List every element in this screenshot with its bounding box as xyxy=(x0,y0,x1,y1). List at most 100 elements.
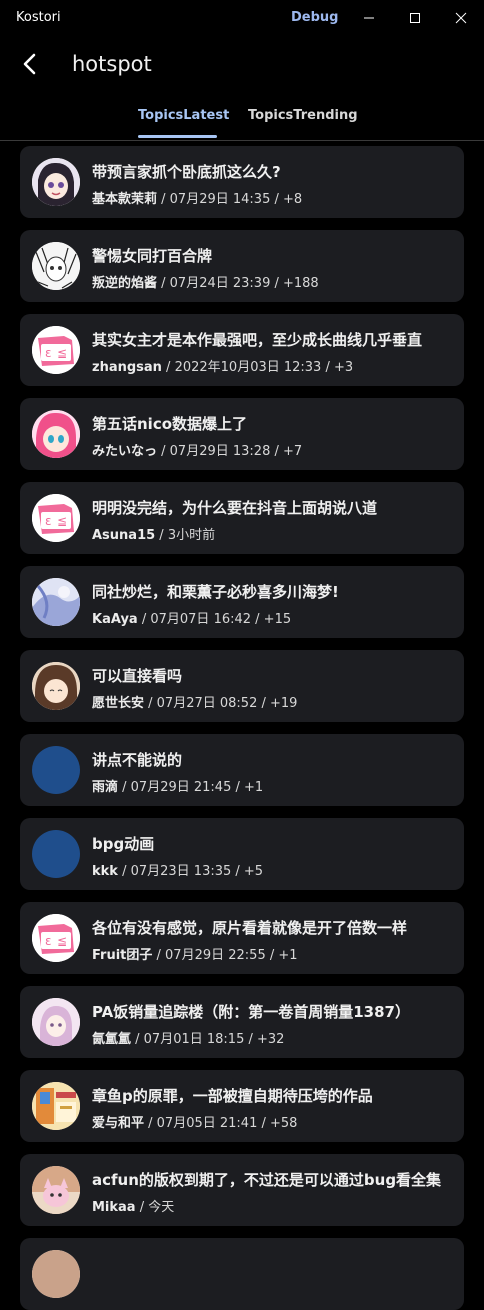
page-header: hotspot xyxy=(0,36,484,96)
topic-info: / 07月27日 08:52 / +19 xyxy=(144,696,298,711)
tab-bar: TopicsLatest TopicsTrending xyxy=(0,96,484,141)
svg-text:≦: ≦ xyxy=(57,346,67,360)
topic-title: 可以直接看吗 xyxy=(92,667,183,685)
cat-avatar xyxy=(32,1166,80,1214)
topic-card[interactable]: acfun的版权到期了，不过还是可以通过bug看全集 Mikaa / 今天 xyxy=(20,1154,464,1226)
anime-avatar xyxy=(32,158,80,206)
topic-title: 同社炒烂，和栗薫子必秒喜多川海梦! xyxy=(92,583,339,601)
minimize-button[interactable] xyxy=(346,0,392,36)
topic-author: 爱与和平 xyxy=(92,1116,145,1131)
topic-author: Asuna15 xyxy=(92,528,156,543)
topic-title: 带预言家抓个卧底抓这么久? xyxy=(92,163,281,181)
topic-title: PA饭销量追踪楼（附：第一卷首周销量1387） xyxy=(92,1003,410,1021)
partial-avatar xyxy=(32,1250,80,1298)
svg-text:≦: ≦ xyxy=(57,934,67,948)
topic-meta: みたいなっ / 07月29日 13:28 / +7 xyxy=(92,440,302,459)
topic-card[interactable]: 警惕女同打百合牌 叛逆的焰酱 / 07月24日 23:39 / +188 xyxy=(20,230,464,302)
page-title: hotspot xyxy=(72,52,152,76)
blue-circle-avatar xyxy=(32,830,80,878)
back-arrow-icon xyxy=(23,53,36,75)
topic-author: 愿世长安 xyxy=(92,696,145,711)
topic-card[interactable]: bpg动画 kkk / 07月23日 13:35 / +5 xyxy=(20,818,464,890)
topic-card[interactable]: ε ≦ 其实女主才是本作最强吧，至少成长曲线几乎垂直 zhangsan / 202… xyxy=(20,314,464,386)
topic-meta: Mikaa / 今天 xyxy=(92,1196,174,1215)
topic-info: / 07月23日 13:35 / +5 xyxy=(117,864,264,879)
app-name: Kostori xyxy=(16,10,61,25)
topic-info: / 3小时前 xyxy=(155,528,216,543)
topic-meta: 氤氲氲 / 07月01日 18:15 / +32 xyxy=(92,1028,284,1047)
back-button[interactable] xyxy=(14,48,46,80)
topic-title: 明明没完结，为什么要在抖音上面胡说八道 xyxy=(92,499,378,517)
topic-author: みたいなっ xyxy=(92,444,158,459)
topic-info: / 07月07日 16:42 / +15 xyxy=(137,612,292,627)
svg-text:≦: ≦ xyxy=(57,514,67,528)
topic-card[interactable]: 带预言家抓个卧底抓这么久? 基本款茉莉 / 07月29日 14:35 / +8 xyxy=(20,146,464,218)
topic-author: zhangsan xyxy=(92,360,162,375)
topic-author: kkk xyxy=(92,864,118,879)
maximize-icon xyxy=(410,13,420,23)
topic-meta: kkk / 07月23日 13:35 / +5 xyxy=(92,860,263,879)
topic-info: / 07月29日 21:45 / +1 xyxy=(118,780,264,795)
topic-card[interactable]: PA饭销量追踪楼（附：第一卷首周销量1387） 氤氲氲 / 07月01日 18:… xyxy=(20,986,464,1058)
topic-card[interactable]: 第五话nico数据爆上了 みたいなっ / 07月29日 13:28 / +7 xyxy=(20,398,464,470)
pink-default-avatar: ε ≦ xyxy=(32,914,80,962)
maximize-button[interactable] xyxy=(392,0,438,36)
minimize-icon xyxy=(364,17,374,19)
tab-topics-trending[interactable]: TopicsTrending xyxy=(248,108,358,123)
topic-info: / 07月29日 13:28 / +7 xyxy=(157,444,303,459)
topic-title: 第五话nico数据爆上了 xyxy=(92,415,248,433)
topic-card[interactable]: ε ≦ 各位有没有感觉，原片看着就像是开了倍数一样 Fruit团子 / 07月29… xyxy=(20,902,464,974)
topic-meta: 雨滴 / 07月29日 21:45 / +1 xyxy=(92,776,263,795)
pastel-avatar xyxy=(32,998,80,1046)
topic-card[interactable]: 可以直接看吗 愿世长安 / 07月27日 08:52 / +19 xyxy=(20,650,464,722)
topic-card[interactable]: ε ≦ 明明没完结，为什么要在抖音上面胡说八道 Asuna15 / 3小时前 xyxy=(20,482,464,554)
active-tab-indicator xyxy=(138,135,217,138)
close-icon xyxy=(455,12,467,24)
pink-hair-avatar xyxy=(32,410,80,458)
tab-topics-latest[interactable]: TopicsLatest xyxy=(138,108,229,123)
topic-meta: 叛逆的焰酱 / 07月24日 23:39 / +188 xyxy=(92,272,319,291)
topic-info: / 07月05日 21:41 / +58 xyxy=(144,1116,298,1131)
topic-info: / 2022年10月03日 12:33 / +3 xyxy=(161,360,354,375)
topic-meta: Fruit团子 / 07月29日 22:55 / +1 xyxy=(92,944,298,963)
blue-art-avatar xyxy=(32,578,80,626)
topic-info: / 07月29日 14:35 / +8 xyxy=(157,192,303,207)
topic-title: bpg动画 xyxy=(92,835,155,853)
topic-title: 章鱼p的原罪，一部被擅自期待压垮的作品 xyxy=(92,1087,373,1105)
topic-meta: 爱与和平 / 07月05日 21:41 / +58 xyxy=(92,1112,297,1131)
manga-avatar xyxy=(32,242,80,290)
topic-author: Fruit团子 xyxy=(92,948,153,963)
topic-meta: KaAya / 07月07日 16:42 / +15 xyxy=(92,608,291,627)
topic-title: 讲点不能说的 xyxy=(92,751,183,769)
svg-text:ε: ε xyxy=(45,346,52,360)
topic-card[interactable]: 章鱼p的原罪，一部被擅自期待压垮的作品 爱与和平 / 07月05日 21:41 … xyxy=(20,1070,464,1142)
topic-info: / 07月01日 18:15 / +32 xyxy=(131,1032,285,1047)
topic-card[interactable]: 讲点不能说的 雨滴 / 07月29日 21:45 / +1 xyxy=(20,734,464,806)
pink-default-avatar: ε ≦ xyxy=(32,494,80,542)
blue-circle-avatar xyxy=(32,746,80,794)
topic-info: / 07月29日 22:55 / +1 xyxy=(152,948,298,963)
close-button[interactable] xyxy=(438,0,484,36)
topic-author: 雨滴 xyxy=(92,780,119,795)
topic-title: 各位有没有感觉，原片看着就像是开了倍数一样 xyxy=(92,919,408,937)
topic-author: KaAya xyxy=(92,612,138,627)
topic-card[interactable]: 同社炒烂，和栗薫子必秒喜多川海梦! KaAya / 07月07日 16:42 /… xyxy=(20,566,464,638)
topic-card-partial[interactable] xyxy=(20,1238,464,1310)
debug-button[interactable]: Debug xyxy=(291,10,338,25)
topic-meta: 愿世长安 / 07月27日 08:52 / +19 xyxy=(92,692,297,711)
topic-author: Mikaa xyxy=(92,1200,136,1215)
window-titlebar: Kostori Debug xyxy=(0,0,484,36)
brown-hair-avatar xyxy=(32,662,80,710)
topic-info: / 07月24日 23:39 / +188 xyxy=(157,276,319,291)
topic-title: 警惕女同打百合牌 xyxy=(92,247,213,265)
topic-author: 叛逆的焰酱 xyxy=(92,276,158,291)
topic-author: 氤氲氲 xyxy=(92,1032,132,1047)
svg-text:ε: ε xyxy=(45,514,52,528)
topic-meta: 基本款茉莉 / 07月29日 14:35 / +8 xyxy=(92,188,302,207)
topic-author: 基本款茉莉 xyxy=(92,192,158,207)
topic-info: / 今天 xyxy=(135,1200,175,1215)
topic-meta: Asuna15 / 3小时前 xyxy=(92,524,215,543)
topic-title: 其实女主才是本作最强吧，至少成长曲线几乎垂直 xyxy=(92,331,423,349)
topic-meta: zhangsan / 2022年10月03日 12:33 / +3 xyxy=(92,356,353,375)
svg-text:ε: ε xyxy=(45,934,52,948)
